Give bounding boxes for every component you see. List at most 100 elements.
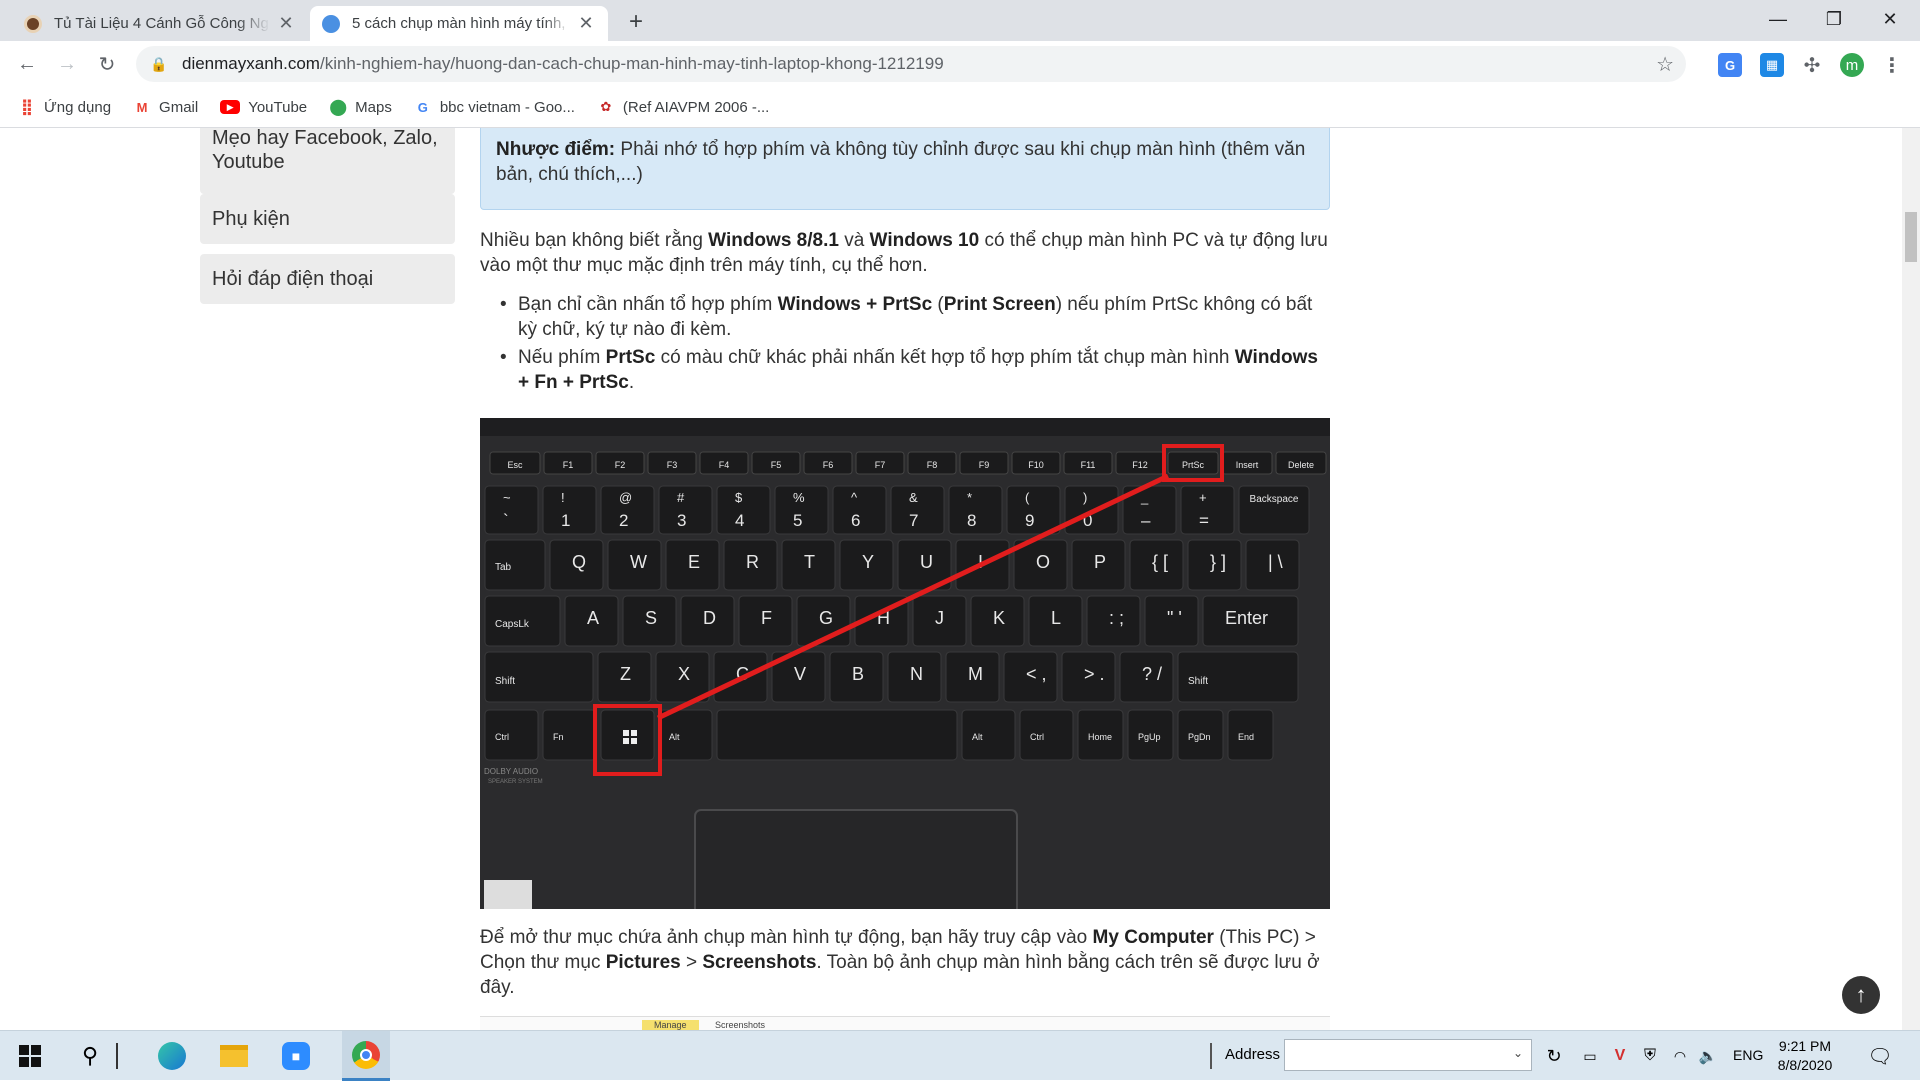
key-letter (484, 539, 546, 591)
key-label: ( (1025, 490, 1030, 505)
profile-avatar[interactable]: m (1840, 53, 1864, 77)
address-bar[interactable]: 🔒 dienmayxanh.com/kinh-nghiem-hay/huong-… (136, 46, 1686, 82)
preview-screenshots-label: Screenshots (715, 1020, 766, 1030)
clock-time: 9:21 PM (1778, 1038, 1832, 1054)
windows-logo-icon (623, 730, 629, 736)
text-run: có màu chữ khác phải nhấn kết hợp tổ hợp… (655, 347, 1235, 368)
windows-logo-icon (623, 738, 629, 744)
keyboard-illustration: Esc F1 F2 F3 F4 F5 F6 F7 F8 F9 F10 F11 F12 PrtSc Inser… (480, 418, 1330, 909)
browser-toolbar: ← → ↻ 🔒 dienmayxanh.com/kinh-nghiem-hay/… (0, 41, 1920, 87)
url-host: dienmayxanh.com (182, 54, 320, 73)
close-tab-icon[interactable]: ✕ (276, 13, 296, 34)
sidebar-item-tips[interactable]: Mẹo hay Facebook, Zalo, Youtube (200, 128, 455, 194)
key-label: Home (1088, 732, 1112, 742)
vertical-scrollbar[interactable] (1902, 128, 1920, 1030)
bold-text: Print Screen (943, 294, 1056, 315)
extension-icon[interactable]: ▦ (1760, 53, 1784, 77)
refresh-icon[interactable]: ↻ (1538, 1040, 1570, 1072)
reload-button[interactable]: ↻ (92, 49, 122, 79)
new-tab-button[interactable]: + (620, 8, 652, 36)
edge-browser-icon[interactable] (156, 1040, 188, 1072)
key-label: ` (503, 511, 509, 530)
search-icon[interactable]: ⚲ (74, 1040, 106, 1072)
key-label: F7 (875, 460, 886, 470)
next-image-preview: Manage Screenshots (480, 1016, 1330, 1030)
battery-icon[interactable]: ▭ (1574, 1040, 1606, 1072)
bookmark-apps[interactable]: ⣿ Ứng dụng (18, 98, 111, 117)
system-clock[interactable]: 9:21 PM 8/8/2020 (1770, 1037, 1840, 1075)
google-translate-icon[interactable]: G (1718, 53, 1742, 77)
forward-button[interactable]: → (52, 49, 82, 79)
bookmark-gmail[interactable]: M Gmail (133, 98, 199, 116)
google-icon: G (417, 99, 428, 115)
key-label: F1 (563, 460, 574, 470)
key-label: % (793, 490, 805, 505)
toolbar-grip (1210, 1043, 1212, 1069)
tab-active[interactable]: 5 cách chụp màn hình máy tính, laptop ✕ (310, 6, 608, 41)
key-label: N (910, 664, 923, 684)
key-label: F3 (667, 460, 678, 470)
sidebar-item-accessories[interactable]: Phụ kiện (200, 194, 455, 244)
key-label: F10 (1028, 460, 1044, 470)
bookmark-star-icon[interactable]: ☆ (1656, 52, 1674, 77)
close-window-button[interactable]: ✕ (1860, 0, 1920, 38)
file-explorer-icon[interactable] (218, 1040, 250, 1072)
chrome-icon[interactable] (342, 1031, 390, 1081)
scroll-to-top-button[interactable]: ↑ (1842, 976, 1880, 1014)
security-shield-icon[interactable]: ⛨ (1634, 1040, 1666, 1072)
input-language[interactable]: ENG (1733, 1047, 1763, 1063)
chevron-down-icon[interactable]: ⌄ (1513, 1046, 1523, 1060)
key-label: = (1199, 511, 1209, 530)
sidebar-item-label: Phụ kiện (212, 208, 290, 230)
coffee-cup-favicon-icon (24, 14, 42, 33)
key-bottom (1019, 709, 1074, 761)
sidebar-item-phone-qa[interactable]: Hỏi đáp điện thoại (200, 254, 455, 304)
key-label: O (1036, 552, 1050, 572)
key-label: 8 (967, 511, 976, 530)
ref-favicon-icon: ✿ (600, 99, 612, 114)
key-label: F5 (771, 460, 782, 470)
key-label: Delete (1288, 460, 1314, 470)
bookmarks-bar: ⣿ Ứng dụng M Gmail ▶ YouTube ⬤ Maps G bb… (0, 87, 1920, 128)
key-label: G (819, 608, 833, 628)
lock-icon[interactable]: 🔒 (150, 56, 172, 73)
antivirus-icon[interactable]: V (1604, 1040, 1636, 1072)
bookmark-bbc[interactable]: G bbc vietnam - Goo... (414, 98, 575, 116)
key-label: F4 (719, 460, 730, 470)
minimize-button[interactable]: — (1748, 0, 1808, 38)
key-label: 5 (793, 511, 802, 530)
speaker-icon[interactable]: 🔈 (1692, 1040, 1724, 1072)
key-label: Alt (669, 732, 680, 742)
menu-kebab-icon[interactable]: ⋮ (1880, 53, 1904, 77)
bookmark-ref[interactable]: ✿ (Ref AIAVPM 2006 -... (597, 98, 769, 116)
key-label: M (968, 664, 983, 684)
key-label: : ; (1109, 608, 1124, 628)
bookmark-youtube[interactable]: ▶ YouTube (220, 99, 307, 116)
back-button[interactable]: ← (12, 49, 42, 79)
tab-strip: Tủ Tài Liệu 4 Cánh Gỗ Công Nghiệp ✕ 5 cá… (0, 0, 1920, 41)
text-run: . (628, 372, 635, 393)
hinge (480, 418, 1330, 436)
bold-text: Screenshots (702, 952, 817, 973)
bold-text: PrtSc (605, 347, 656, 368)
key-label: * (967, 490, 972, 505)
key-label: Shift (495, 676, 515, 687)
close-tab-icon[interactable]: ✕ (576, 13, 596, 34)
bookmark-maps[interactable]: ⬤ Maps (329, 98, 392, 117)
maximize-button[interactable]: ❐ (1804, 0, 1864, 38)
preview-manage-label: Manage (642, 1020, 699, 1030)
notifications-icon[interactable]: 🗨 (1864, 1040, 1896, 1072)
key-label: 9 (1025, 511, 1034, 530)
windows-start-icon[interactable] (14, 1040, 46, 1072)
address-toolbar-input[interactable]: ⌄ (1284, 1039, 1532, 1071)
key-label: 6 (851, 511, 860, 530)
key-label: | \ (1268, 552, 1283, 572)
tab-inactive[interactable]: Tủ Tài Liệu 4 Cánh Gỗ Công Nghiệp ✕ (12, 6, 308, 41)
zoom-icon[interactable]: ■ (280, 1040, 312, 1072)
scrollbar-thumb[interactable] (1905, 212, 1917, 262)
key-label: 1 (561, 511, 570, 530)
puzzle-extensions-icon[interactable]: ✣ (1800, 53, 1824, 77)
touchpad (694, 809, 1018, 909)
outro-paragraph: Để mở thư mục chứa ảnh chụp màn hình tự … (480, 925, 1330, 1000)
key-label: CapsLk (495, 619, 530, 630)
